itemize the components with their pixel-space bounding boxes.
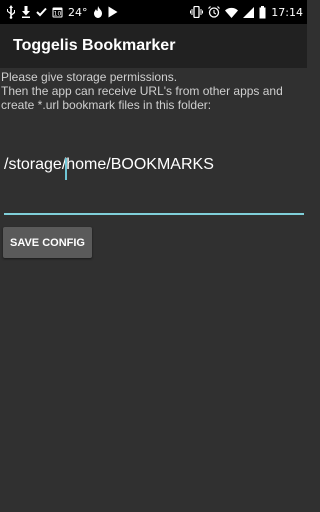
play-store-icon xyxy=(108,6,118,18)
calendar-day: 10 xyxy=(54,11,62,18)
text-cursor xyxy=(65,158,67,180)
permission-message: Please give storage permissions. Then th… xyxy=(1,70,283,112)
input-underline xyxy=(4,213,304,215)
fire-icon xyxy=(93,6,103,18)
folder-path-input[interactable]: /storage/home/BOOKMARKS xyxy=(4,150,304,216)
folder-path-value[interactable]: /storage/home/BOOKMARKS xyxy=(4,156,214,174)
vibrate-icon xyxy=(190,6,204,18)
temperature-text: 24° xyxy=(68,5,88,19)
wifi-icon xyxy=(225,7,239,18)
calendar-icon: 10 xyxy=(52,6,63,18)
alarm-icon xyxy=(208,6,221,18)
status-bar-right: 17:14 xyxy=(190,5,303,19)
status-bar-left: 10 24° xyxy=(6,5,118,19)
app-bar: Toggelis Bookmarker xyxy=(0,24,307,68)
usb-icon xyxy=(6,5,16,19)
status-bar: 10 24° 17:14 xyxy=(0,0,307,24)
app-title: Toggelis Bookmarker xyxy=(13,37,176,54)
status-time: 17:14 xyxy=(271,5,303,19)
save-config-button[interactable]: SAVE CONFIG xyxy=(3,227,92,258)
download-icon xyxy=(21,6,31,18)
battery-icon xyxy=(259,5,266,19)
signal-icon xyxy=(243,6,255,18)
check-icon xyxy=(36,7,47,17)
